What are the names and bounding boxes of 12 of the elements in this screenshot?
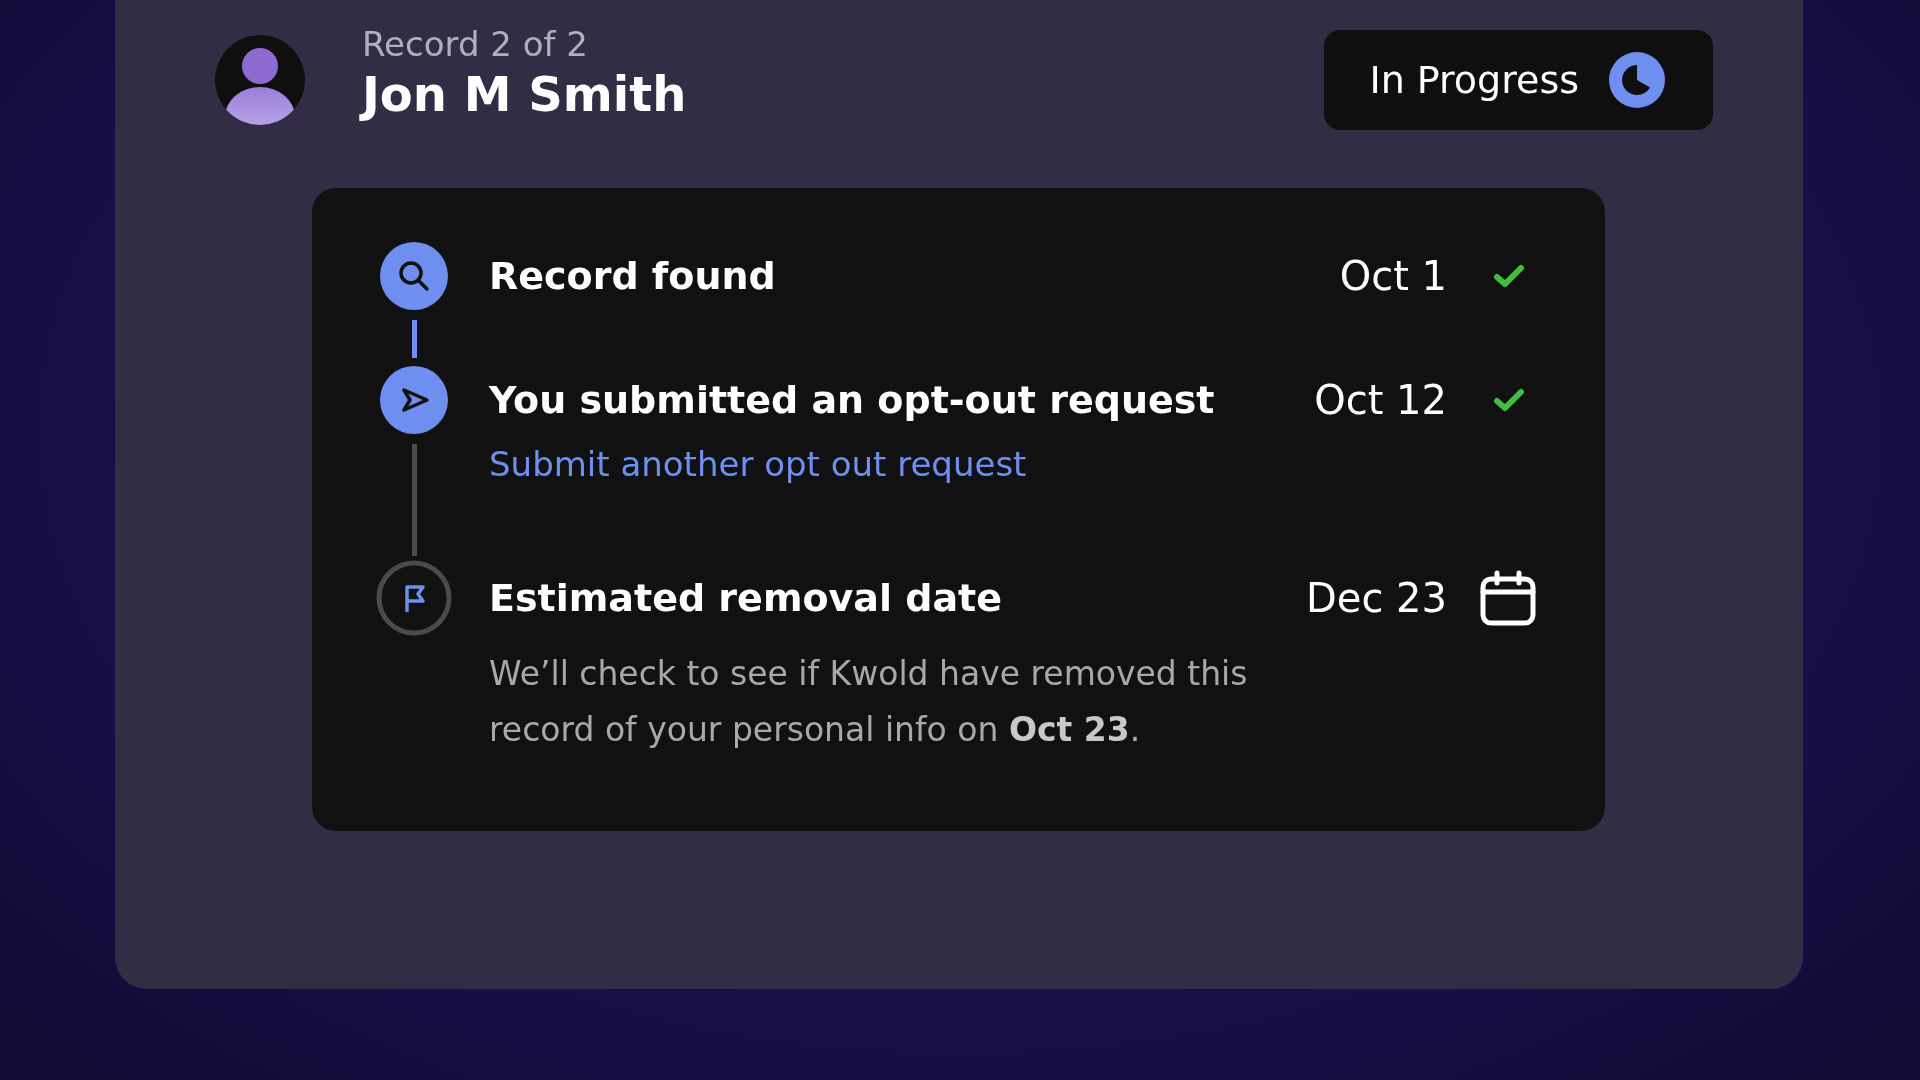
step-date: Oct 1 xyxy=(1339,253,1447,299)
step-title: Record found xyxy=(489,254,777,298)
step-title: You submitted an opt-out request xyxy=(489,378,1216,422)
step-date: Oct 12 xyxy=(1314,377,1447,423)
opt-out-link[interactable]: Submit another opt out request xyxy=(489,444,1027,484)
record-counter: Record 2 of 2 xyxy=(362,24,589,64)
avatar-icon xyxy=(215,35,305,125)
step-date: Dec 23 xyxy=(1306,575,1447,621)
status-label: In Progress xyxy=(1369,58,1579,102)
step-title: Estimated removal date xyxy=(489,576,1004,620)
step-description: We’ll check to see if Kwold have removed this record of your personal info on Oct 23. xyxy=(489,653,1249,751)
pie-clock-icon xyxy=(1609,52,1665,108)
